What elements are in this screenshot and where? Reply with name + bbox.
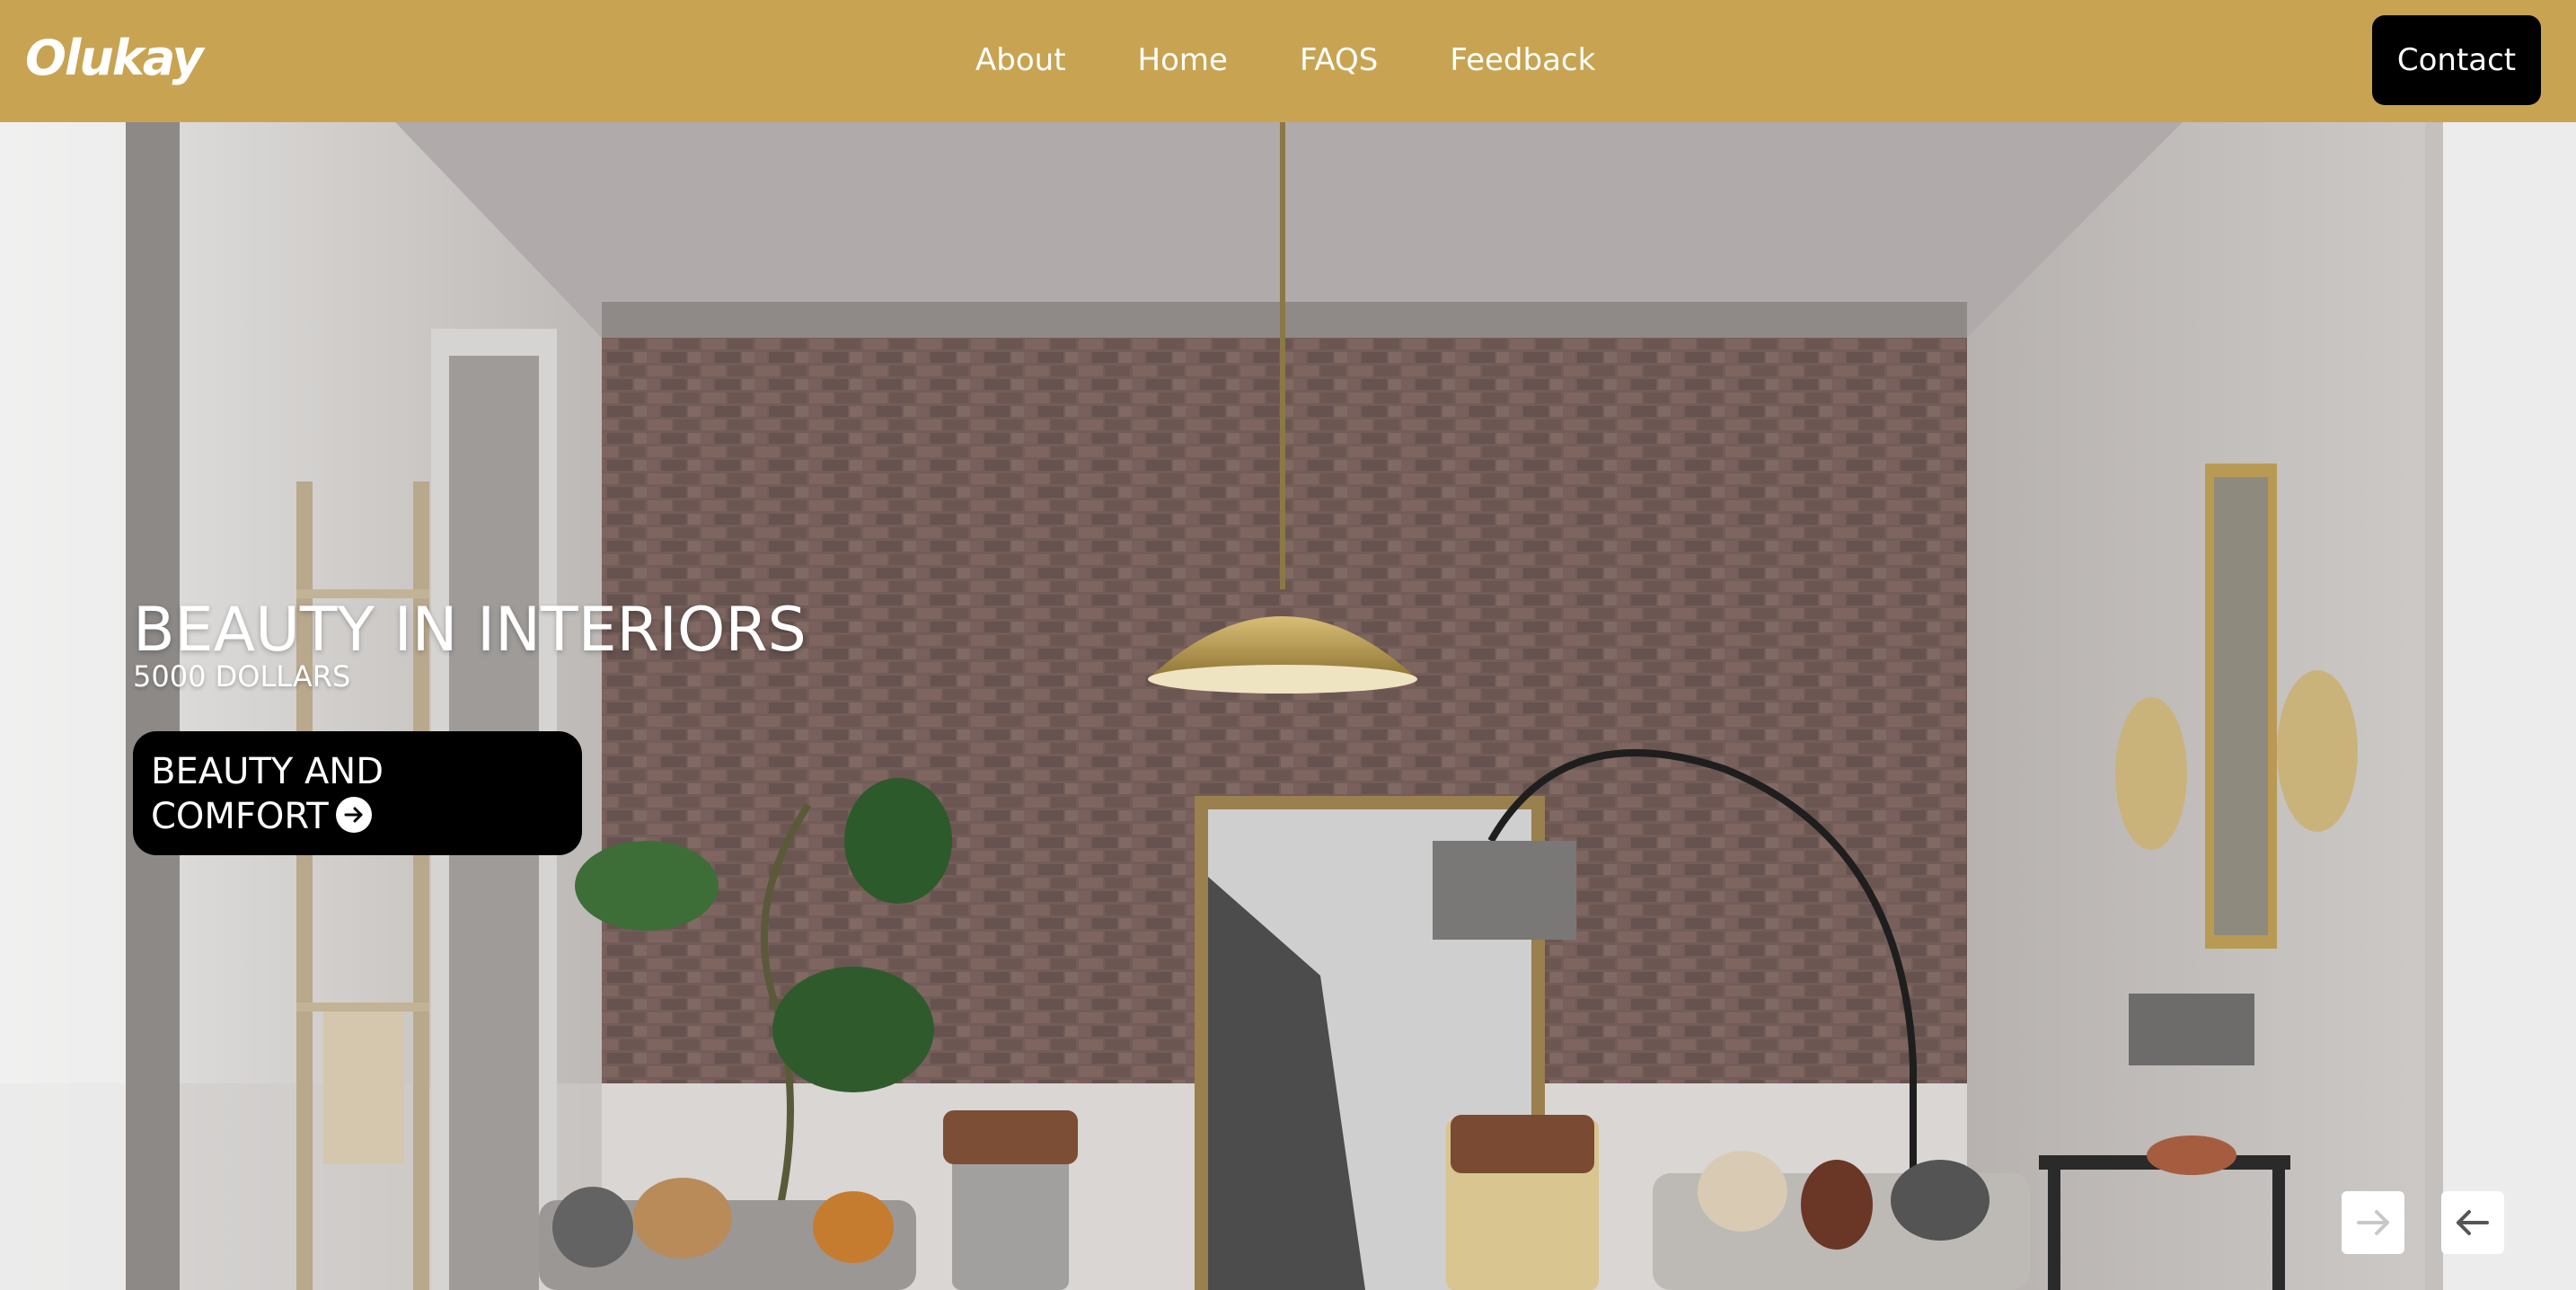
hero-price: 5000 DOLLARS (133, 659, 351, 694)
hero-section: BEAUTY IN INTERIORS 5000 DOLLARS BEAUTY … (0, 122, 2576, 1290)
beauty-and-comfort-button[interactable]: BEAUTY AND COMFORT (133, 731, 582, 855)
arrow-right-circle-icon (335, 797, 372, 833)
hero-interior-image (0, 122, 2576, 1290)
main-nav: About Home FAQS Feedback (975, 38, 1595, 83)
site-header: Olukay About Home FAQS Feedback Contact (0, 0, 2576, 122)
nav-link-feedback[interactable]: Feedback (1450, 42, 1595, 78)
arrow-right-icon (2357, 1210, 2389, 1235)
cta-label-line2: COMFORT (151, 796, 329, 837)
nav-link-home[interactable]: Home (1138, 42, 1228, 78)
next-slide-button[interactable] (2342, 1191, 2404, 1254)
contact-button[interactable]: Contact (2372, 15, 2541, 105)
nav-link-about[interactable]: About (975, 42, 1066, 78)
cta-label-line1: BEAUTY AND (151, 751, 384, 792)
nav-link-faqs[interactable]: FAQS (1300, 42, 1378, 78)
site-logo[interactable]: Olukay (25, 27, 204, 90)
arrow-left-icon (2457, 1210, 2489, 1235)
hero-title: BEAUTY IN INTERIORS (133, 594, 807, 666)
previous-slide-button[interactable] (2441, 1191, 2504, 1254)
